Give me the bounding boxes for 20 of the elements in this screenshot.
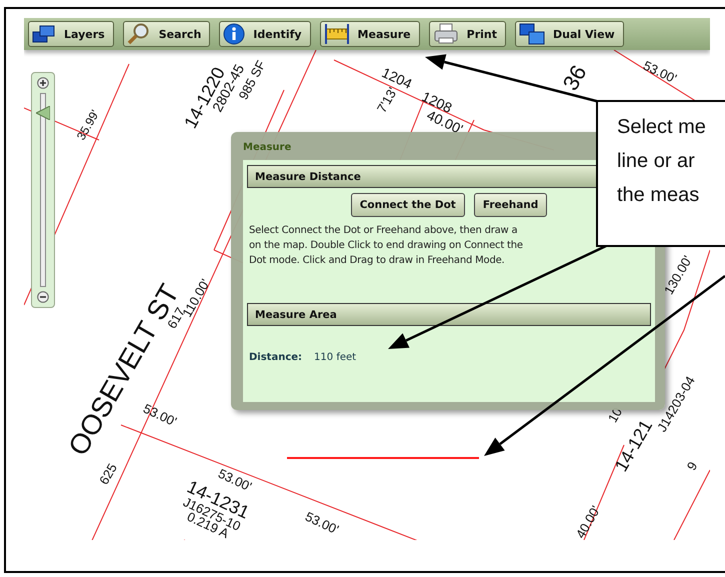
section-header[interactable]: Measure Area xyxy=(247,303,651,326)
mode-button[interactable]: Connect the Dot xyxy=(350,193,465,217)
mode-button[interactable]: Freehand xyxy=(474,193,548,217)
toolbar-button[interactable]: Dual View xyxy=(515,21,624,47)
instructions-text: Select Connect the Dot or Freehand above, then draw a on the map. Double Click to end drawing on Connect the Dot mode. Click and Drag to draw in Freehand Mode. xyxy=(248,224,524,268)
result-value: 110 feet xyxy=(314,352,356,363)
map-label: 53.00' xyxy=(640,58,680,86)
result-label: Distance: xyxy=(249,352,302,363)
callout-text: Select me xyxy=(617,115,706,140)
toolbar-button[interactable]: Measure xyxy=(320,21,420,47)
map-label: 9 xyxy=(684,459,700,473)
map-label: 53.00' xyxy=(302,508,342,538)
panel-title: Measure xyxy=(243,140,292,154)
map-label: 10 xyxy=(604,404,626,426)
toolbar-button[interactable]: Search xyxy=(122,21,210,47)
toolbar-button[interactable]: Print xyxy=(428,21,506,47)
toolbar-button[interactable]: Layers xyxy=(28,21,114,47)
map-label: 36 xyxy=(558,60,592,96)
map-label: 625 xyxy=(96,460,120,488)
toolbar-button[interactable]: Identify xyxy=(219,21,311,47)
